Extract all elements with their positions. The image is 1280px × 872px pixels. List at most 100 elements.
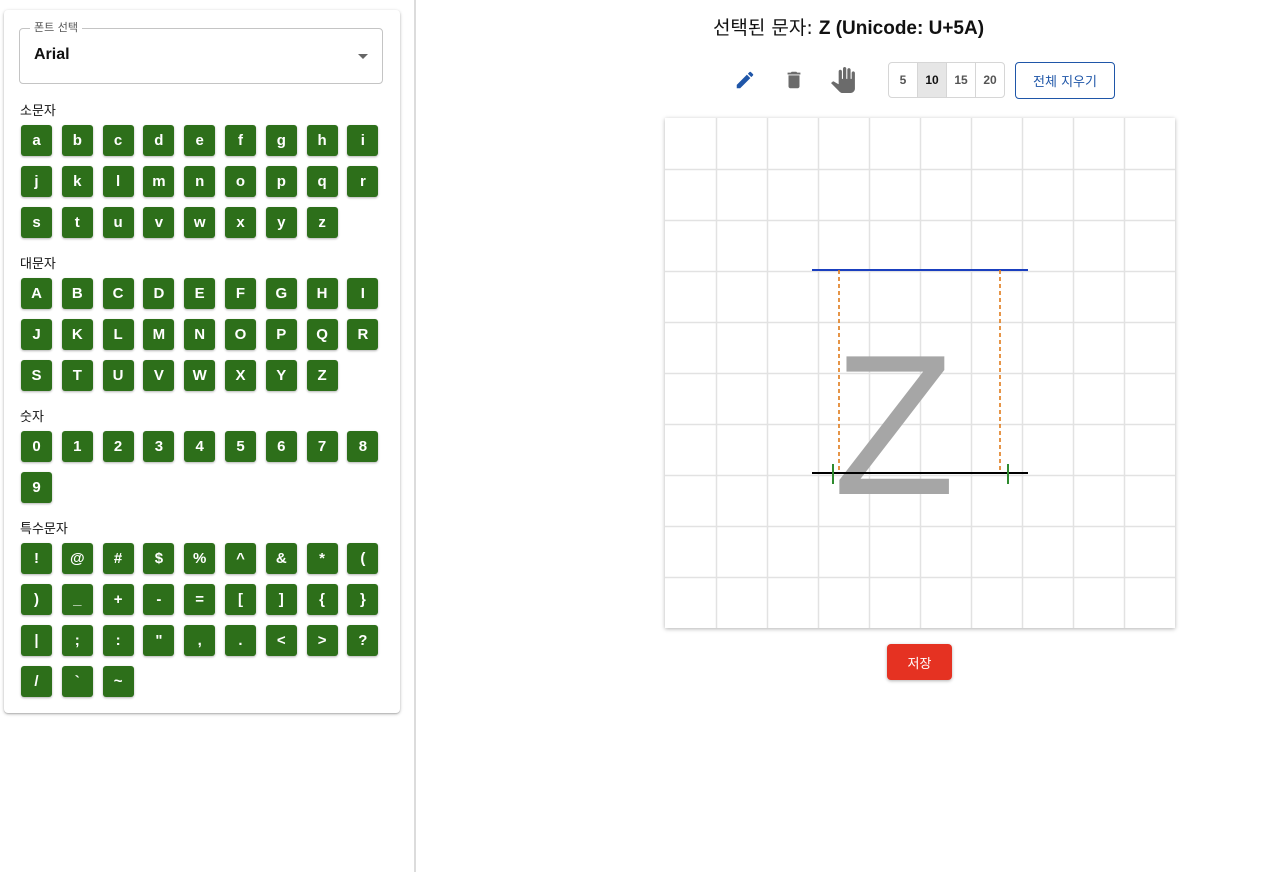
char-button[interactable]: N	[184, 319, 216, 350]
char-button[interactable]: {	[306, 584, 338, 615]
char-button[interactable]: v	[143, 207, 175, 238]
char-button[interactable]: $	[143, 543, 175, 574]
save-button[interactable]: 저장	[887, 644, 952, 680]
char-button[interactable]: T	[61, 360, 93, 391]
char-button[interactable]: u	[102, 207, 134, 238]
char-button[interactable]: _	[61, 584, 93, 615]
char-button[interactable]: `	[61, 666, 93, 697]
char-button[interactable]: P	[265, 319, 297, 350]
char-button[interactable]: z	[306, 207, 338, 238]
char-button[interactable]: (	[347, 543, 379, 574]
char-button[interactable]: #	[102, 543, 134, 574]
char-button[interactable]: 5	[224, 431, 256, 462]
char-button[interactable]: J	[21, 319, 52, 350]
brush-size-5[interactable]: 5	[889, 63, 918, 97]
char-button[interactable]: [	[224, 584, 256, 615]
char-button[interactable]: k	[61, 166, 93, 197]
char-button[interactable]: q	[306, 166, 338, 197]
char-button[interactable]: V	[143, 360, 175, 391]
char-button[interactable]: 0	[21, 431, 52, 462]
pencil-tool-button[interactable]	[729, 64, 761, 96]
char-button[interactable]: G	[265, 278, 297, 309]
char-button[interactable]: ,	[184, 625, 216, 656]
char-button[interactable]: +	[102, 584, 134, 615]
char-button[interactable]: d	[143, 125, 175, 156]
delete-tool-button[interactable]	[778, 64, 810, 96]
char-button[interactable]: b	[61, 125, 93, 156]
char-button[interactable]: ^	[224, 543, 256, 574]
char-button[interactable]: }	[347, 584, 379, 615]
char-button[interactable]: n	[184, 166, 216, 197]
drawing-canvas[interactable]: Z	[665, 118, 1175, 628]
char-button[interactable]: O	[224, 319, 256, 350]
brush-size-15[interactable]: 15	[947, 63, 976, 97]
char-button[interactable]: %	[184, 543, 216, 574]
char-button[interactable]: 1	[61, 431, 93, 462]
char-button[interactable]: K	[61, 319, 93, 350]
char-button[interactable]: !	[21, 543, 52, 574]
char-button[interactable]: ]	[265, 584, 297, 615]
char-button[interactable]: o	[224, 166, 256, 197]
char-button[interactable]: L	[102, 319, 134, 350]
char-button[interactable]: i	[347, 125, 379, 156]
char-button[interactable]: 7	[306, 431, 338, 462]
char-button[interactable]: <	[265, 625, 297, 656]
char-button[interactable]: @	[61, 543, 93, 574]
char-button[interactable]: |	[21, 625, 52, 656]
char-button[interactable]: t	[61, 207, 93, 238]
char-button[interactable]: s	[21, 207, 52, 238]
char-button[interactable]: F	[224, 278, 256, 309]
char-button[interactable]: p	[265, 166, 297, 197]
char-button[interactable]: w	[184, 207, 216, 238]
char-button[interactable]: g	[265, 125, 297, 156]
pan-tool-button[interactable]	[827, 64, 859, 96]
char-button[interactable]: Y	[265, 360, 297, 391]
char-button[interactable]: D	[143, 278, 175, 309]
char-button[interactable]: W	[184, 360, 216, 391]
char-button[interactable]: 9	[21, 472, 52, 503]
char-button[interactable]: ~	[102, 666, 134, 697]
char-button[interactable]: 6	[265, 431, 297, 462]
char-button[interactable]: :	[102, 625, 134, 656]
char-button[interactable]: S	[21, 360, 52, 391]
char-button[interactable]: A	[21, 278, 52, 309]
char-button[interactable]: I	[347, 278, 379, 309]
char-button[interactable]: m	[143, 166, 175, 197]
char-button[interactable]: j	[21, 166, 52, 197]
char-button[interactable]: Z	[306, 360, 338, 391]
char-button[interactable]: B	[61, 278, 93, 309]
clear-all-button[interactable]: 전체 지우기	[1015, 62, 1115, 99]
char-button[interactable]: 2	[102, 431, 134, 462]
char-button[interactable]: 4	[184, 431, 216, 462]
char-button[interactable]: /	[21, 666, 52, 697]
char-button[interactable]: .	[224, 625, 256, 656]
char-button[interactable]: U	[102, 360, 134, 391]
char-button[interactable]: ;	[61, 625, 93, 656]
char-button[interactable]: e	[184, 125, 216, 156]
char-button[interactable]: =	[184, 584, 216, 615]
char-button[interactable]: 8	[347, 431, 379, 462]
char-button[interactable]: a	[21, 125, 52, 156]
char-button[interactable]: Q	[306, 319, 338, 350]
char-button[interactable]: )	[21, 584, 52, 615]
char-button[interactable]: &	[265, 543, 297, 574]
char-button[interactable]: E	[184, 278, 216, 309]
char-button[interactable]: C	[102, 278, 134, 309]
char-button[interactable]: h	[306, 125, 338, 156]
char-button[interactable]: l	[102, 166, 134, 197]
char-button[interactable]: ?	[347, 625, 379, 656]
char-button[interactable]: -	[143, 584, 175, 615]
char-button[interactable]: R	[347, 319, 379, 350]
char-button[interactable]: X	[224, 360, 256, 391]
char-button[interactable]: y	[265, 207, 297, 238]
brush-size-20[interactable]: 20	[976, 63, 1004, 97]
char-button[interactable]: "	[143, 625, 175, 656]
char-button[interactable]: c	[102, 125, 134, 156]
char-button[interactable]: *	[306, 543, 338, 574]
char-button[interactable]: x	[224, 207, 256, 238]
char-button[interactable]: r	[347, 166, 379, 197]
char-button[interactable]: 3	[143, 431, 175, 462]
char-button[interactable]: f	[224, 125, 256, 156]
char-button[interactable]: M	[143, 319, 175, 350]
char-button[interactable]: H	[306, 278, 338, 309]
